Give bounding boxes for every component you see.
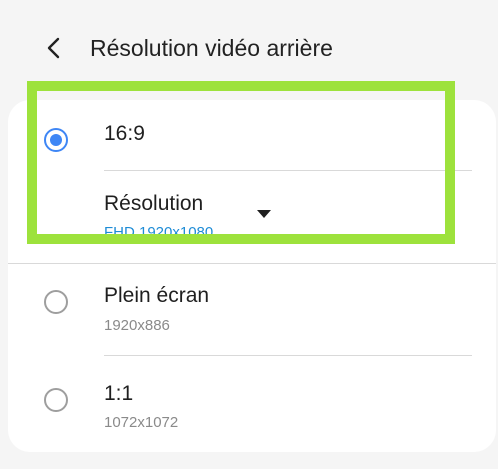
- resolution-value: FHD 1920x1080: [104, 224, 214, 241]
- option-sub: 1920x886: [104, 317, 170, 334]
- option-label: 16:9: [104, 122, 145, 145]
- resolution-options-card: 16:9 Résolution FHD 1920x1080 Plein écra…: [8, 100, 496, 452]
- option-sub: 1072x1072: [104, 414, 179, 431]
- resolution-dropdown[interactable]: Résolution FHD 1920x1080: [8, 172, 496, 256]
- option-16-9[interactable]: 16:9: [8, 100, 496, 172]
- page-title: Résolution vidéo arrière: [90, 35, 333, 61]
- caret-down-icon: [257, 210, 271, 218]
- resolution-label: Résolution: [104, 192, 204, 215]
- option-label: 1:1: [104, 382, 134, 405]
- chevron-left-icon[interactable]: [40, 33, 70, 63]
- radio-unchecked-icon[interactable]: [44, 290, 68, 314]
- option-label: Plein écran: [104, 284, 210, 307]
- divider: [104, 170, 472, 171]
- radio-unchecked-icon[interactable]: [44, 388, 68, 412]
- option-1-1[interactable]: 1:1 1072x1072: [8, 356, 496, 446]
- option-plein-ecran[interactable]: Plein écran 1920x886: [8, 264, 496, 354]
- header-bar: Résolution vidéo arrière: [0, 0, 498, 96]
- radio-checked-icon[interactable]: [44, 128, 68, 152]
